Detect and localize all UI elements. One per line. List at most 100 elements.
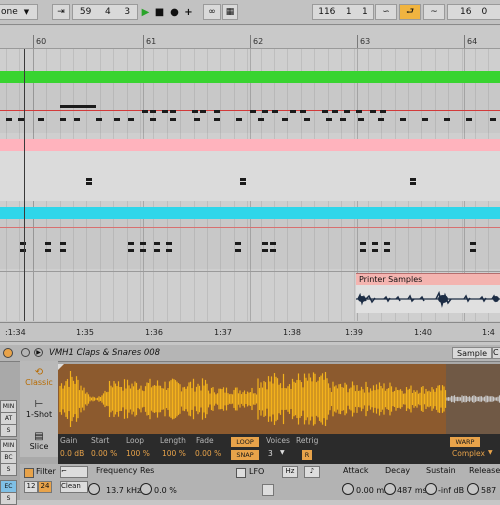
midi-note[interactable] [356, 110, 362, 113]
midi-note[interactable] [214, 118, 220, 121]
midi-note[interactable] [358, 118, 364, 121]
midi-note[interactable] [262, 249, 268, 252]
fade-value[interactable]: 0.00 % [195, 449, 221, 458]
midi-note[interactable] [422, 118, 428, 121]
midi-note[interactable] [20, 249, 26, 252]
tab-control[interactable]: C [492, 347, 500, 359]
voices-value[interactable]: 3 [268, 449, 273, 458]
loop-start-bar[interactable]: 116 [318, 7, 335, 17]
playhead[interactable] [24, 49, 25, 321]
midi-note[interactable] [258, 118, 264, 121]
midi-note[interactable] [170, 110, 176, 113]
release-value[interactable]: 587 [481, 486, 496, 495]
midi-note[interactable] [290, 110, 296, 113]
metronome-icon[interactable]: ▦ [222, 4, 238, 20]
midi-note[interactable] [384, 242, 390, 245]
length-value[interactable]: 100 % [162, 449, 186, 458]
start-marker-icon[interactable] [58, 364, 64, 370]
position-sixteenth[interactable]: 3 [124, 7, 130, 17]
green-clip-header[interactable] [0, 71, 500, 83]
midi-note[interactable] [128, 249, 134, 252]
decay-value[interactable]: 487 ms [397, 486, 427, 495]
time-ruler[interactable]: :1:34 1:35 1:36 1:37 1:38 1:39 1:40 1:4 [0, 322, 500, 342]
side-button[interactable]: S [0, 492, 17, 505]
frequency-knob[interactable] [88, 483, 100, 495]
midi-note[interactable] [262, 242, 268, 245]
midi-note[interactable] [128, 118, 134, 121]
gain-value[interactable]: 0.0 dB [60, 449, 84, 458]
filter-toggle[interactable] [24, 468, 34, 478]
pink-clip-header[interactable] [0, 139, 500, 151]
start-value[interactable]: 0.00 % [91, 449, 117, 458]
midi-note[interactable] [45, 242, 51, 245]
midi-note[interactable] [96, 118, 102, 121]
midi-clip-lane-1[interactable] [0, 83, 500, 133]
play-button[interactable]: ▶ [138, 4, 153, 20]
mode-classic[interactable]: ⟲ Classic [20, 361, 58, 393]
midi-note[interactable] [150, 118, 156, 121]
fold-icon[interactable] [21, 348, 30, 357]
midi-note[interactable] [192, 110, 198, 113]
midi-note[interactable] [470, 249, 476, 252]
sustain-knob[interactable] [425, 483, 437, 495]
midi-note[interactable] [466, 118, 472, 121]
position-display[interactable]: 59 4 3 [72, 4, 138, 20]
midi-note[interactable] [166, 242, 172, 245]
chevron-down-icon[interactable]: ▼ [280, 449, 285, 456]
lfo-wave-select[interactable] [262, 484, 274, 496]
loop-start-beat[interactable]: 1 [346, 7, 352, 17]
midi-note[interactable] [270, 242, 276, 245]
decay-knob[interactable] [384, 483, 396, 495]
midi-note[interactable] [270, 249, 276, 252]
midi-note[interactable] [74, 118, 80, 121]
loop-button[interactable]: LOOP [231, 437, 259, 447]
midi-note[interactable] [262, 110, 268, 113]
loop-length-beats[interactable]: 0 [481, 7, 487, 17]
midi-note[interactable] [340, 118, 346, 121]
midi-note[interactable] [86, 178, 92, 181]
sample-waveform-display[interactable] [58, 364, 500, 434]
midi-clip-lane-2[interactable] [0, 151, 500, 201]
midi-note[interactable] [128, 242, 134, 245]
midi-note[interactable] [150, 110, 156, 113]
midi-note[interactable] [282, 118, 288, 121]
midi-note[interactable] [272, 110, 278, 113]
midi-note[interactable] [360, 249, 366, 252]
midi-note[interactable] [400, 118, 406, 121]
midi-note[interactable] [142, 110, 148, 113]
midi-note[interactable] [20, 242, 26, 245]
preview-icon[interactable]: ▶ [34, 348, 43, 357]
loop-length-bars[interactable]: 16 [460, 7, 471, 17]
res-value[interactable]: 0.0 % [154, 486, 177, 495]
midi-note[interactable] [444, 118, 450, 121]
midi-note[interactable] [6, 118, 12, 121]
add-icon[interactable]: + [181, 4, 196, 20]
midi-note[interactable] [326, 118, 332, 121]
midi-note[interactable] [154, 249, 160, 252]
midi-note[interactable] [162, 110, 168, 113]
mode-one-shot[interactable]: ⊢ 1-Shot [20, 393, 58, 425]
lfo-toggle[interactable] [236, 468, 246, 478]
midi-note[interactable] [304, 118, 310, 121]
position-beat[interactable]: 4 [105, 7, 111, 17]
midi-note[interactable] [60, 118, 66, 121]
stop-button[interactable]: ■ [152, 4, 167, 20]
midi-note[interactable] [384, 249, 390, 252]
midi-note[interactable] [372, 242, 378, 245]
chevron-down-icon[interactable]: ▼ [488, 449, 493, 456]
midi-note[interactable] [38, 118, 44, 121]
loop-start-display[interactable]: 116 1 1 [312, 4, 374, 20]
retrig-button[interactable]: R [302, 450, 312, 460]
frequency-value[interactable]: 13.7 kHz [106, 486, 141, 495]
midi-note[interactable] [378, 118, 384, 121]
sustain-value[interactable]: -inf dB [438, 486, 464, 495]
midi-note[interactable] [154, 242, 160, 245]
filter-type-select[interactable]: ⌐ [60, 466, 88, 478]
mode-select[interactable]: one ▼ [0, 4, 38, 20]
record-button[interactable]: ● [167, 4, 182, 20]
midi-note[interactable] [250, 110, 256, 113]
midi-note[interactable] [60, 249, 66, 252]
filter-circuit-select[interactable]: Clean [60, 481, 88, 493]
midi-note[interactable] [372, 249, 378, 252]
loop-length-display[interactable]: 16 0 [447, 4, 500, 20]
